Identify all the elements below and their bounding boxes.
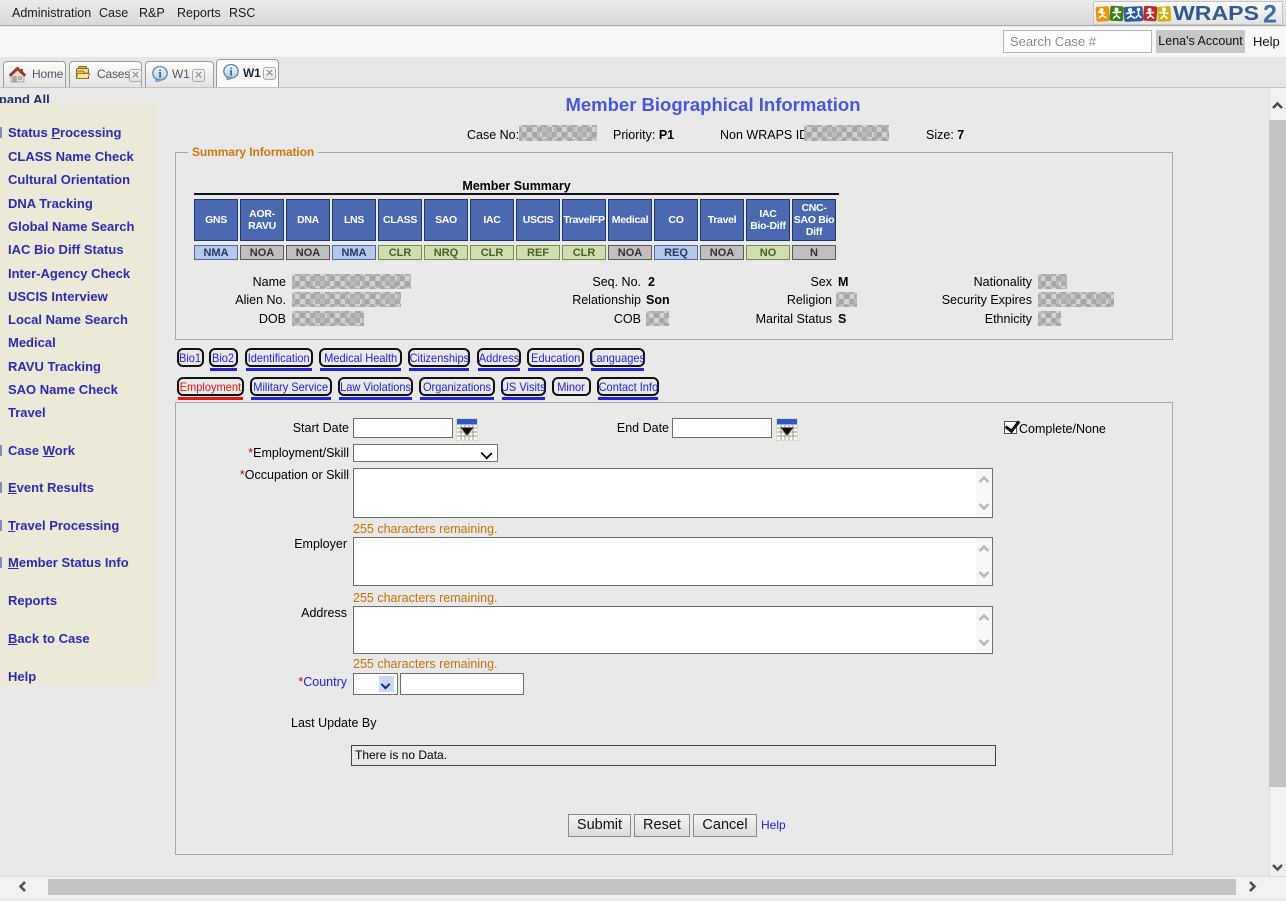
svg-text:WRAPS: WRAPS [1173,3,1259,25]
svg-text:2: 2 [1263,3,1277,25]
